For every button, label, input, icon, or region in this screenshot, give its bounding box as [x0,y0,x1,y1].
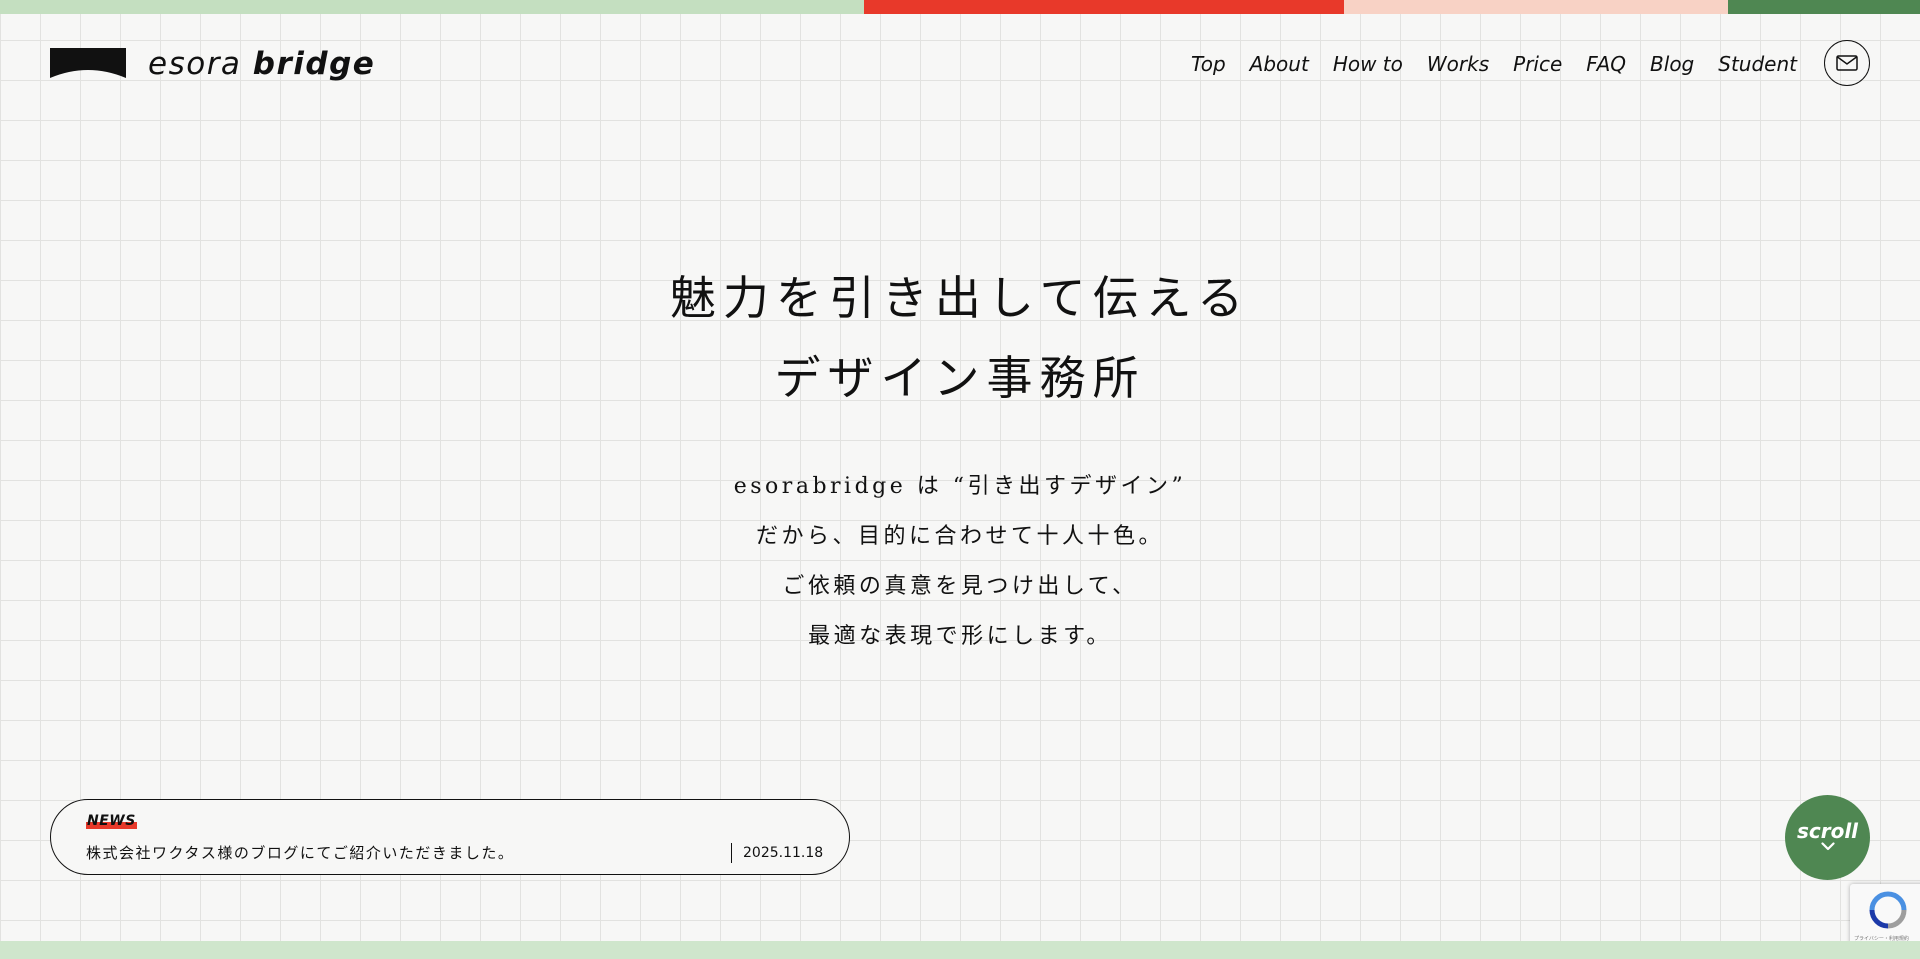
nav-item-how-to[interactable]: How to [1333,48,1403,80]
logo-link[interactable]: esora bridge [50,44,375,84]
hero-description-line-2: だから、目的に合わせて十人十色。 [755,524,1164,549]
color-bar-segment-green-dark [1728,0,1920,14]
scroll-label: scroll [1796,819,1859,843]
news-label: NEWS [86,813,137,829]
nav-item-about[interactable]: About [1250,48,1309,80]
hero-title: 魅力を引き出して伝える デザイン事務所 [0,258,1920,418]
color-bar-segment-red [864,0,1344,14]
color-bar-segment-pink [1344,0,1728,14]
logo-text-esora: esora [148,46,242,82]
mail-icon [1836,55,1858,71]
logo-wordmark: esora bridge [148,44,375,84]
news-divider [731,843,732,863]
chevron-down-icon [1820,842,1835,851]
nav-item-faq[interactable]: FAQ [1586,48,1626,80]
nav-item-blog[interactable]: Blog [1650,48,1694,80]
color-bar-segment-green-light [0,0,864,14]
hero-title-line-2: デザイン事務所 [774,351,1146,405]
news-ticker: NEWS 株式会社ワクタス様のブログにてご紹介いただきました。 2025.11.… [50,799,850,875]
news-headline-link[interactable]: 株式会社ワクタス様のブログにてご紹介いただきました。 [86,843,514,863]
main-nav: Top About How to Works Price FAQ Blog St… [1167,48,1797,80]
hero-title-line-1: 魅力を引き出して伝える [669,271,1251,325]
nav-item-price[interactable]: Price [1513,48,1562,80]
recaptcha-icon [1869,891,1907,929]
news-date: 2025.11.18 [743,845,824,861]
logo-arch-icon [50,48,126,78]
hero-description: esorabridge は “引き出すデザイン” だから、目的に合わせて十人十色… [0,462,1920,662]
nav-item-works[interactable]: Works [1427,48,1489,80]
top-color-bar [0,0,1920,14]
recaptcha-badge[interactable]: プライバシー・利用規約 [1850,884,1920,946]
scroll-button[interactable]: scroll [1785,795,1870,880]
hero-section: 魅力を引き出して伝える デザイン事務所 esorabridge は “引き出すデ… [0,258,1920,662]
nav-item-student[interactable]: Student [1718,48,1797,80]
nav-item-top[interactable]: Top [1191,48,1226,80]
hero-description-line-3: ご依頼の真意を見つけ出して、 [782,574,1138,599]
contact-mail-button[interactable] [1824,40,1870,86]
hero-description-line-4: 最適な表現で形にします。 [808,624,1112,649]
bottom-color-bar [0,941,1920,959]
logo-text-bridge: bridge [252,46,376,82]
hero-description-line-1: esorabridge は “引き出すデザイン” [733,474,1187,499]
